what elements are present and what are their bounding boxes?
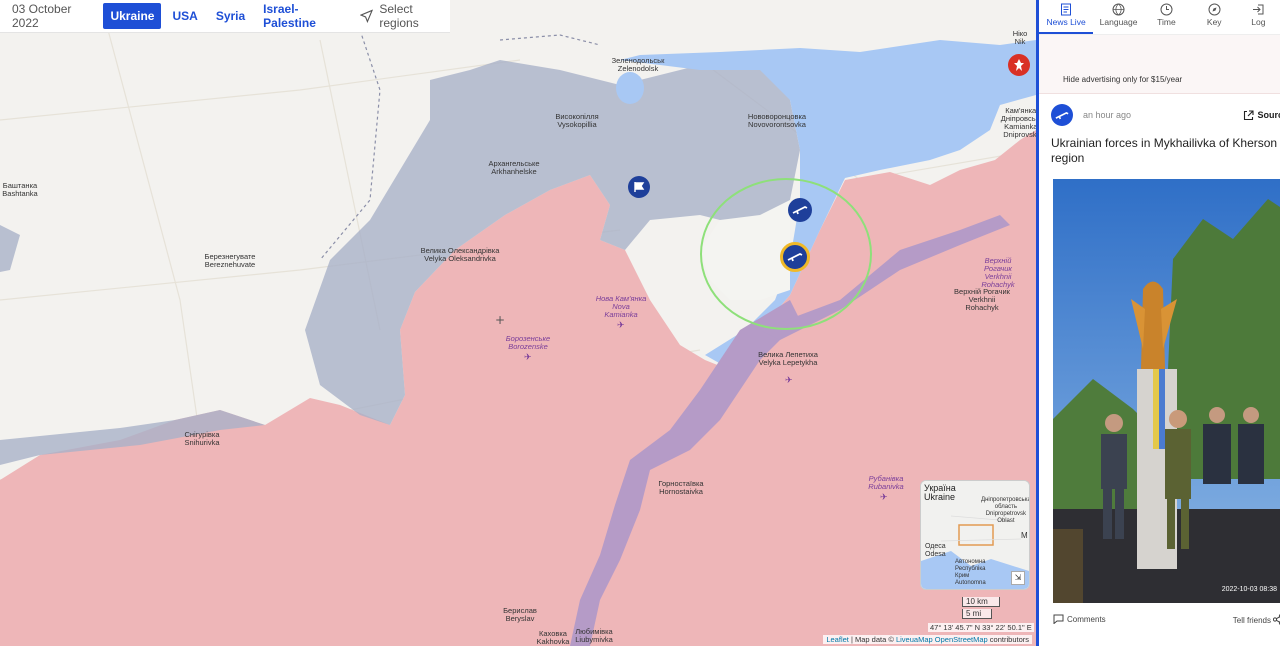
post-actions: Comments Tell friends xyxy=(1053,614,1280,628)
selected-rifle-marker[interactable] xyxy=(780,242,810,272)
region-chip-usa[interactable]: USA xyxy=(165,3,204,29)
globe-icon xyxy=(1112,3,1125,16)
nav-key[interactable]: Key xyxy=(1192,0,1237,34)
news-sidebar: News Live Language Time Key Log Hide adv… xyxy=(1036,0,1280,646)
map-scale: 10 km 5 mi xyxy=(962,597,1000,621)
leaflet-link[interactable]: Leaflet xyxy=(826,635,849,644)
rifle-icon xyxy=(1055,111,1069,119)
svg-text:✈: ✈ xyxy=(617,321,625,331)
explosion-icon xyxy=(1014,59,1024,71)
region-chip-syria[interactable]: Syria xyxy=(209,3,252,29)
svg-text:✈: ✈ xyxy=(524,353,532,363)
place-label: Кам'янка- Дніпровська Kamianka- Dniprovs… xyxy=(1000,106,1036,139)
login-icon xyxy=(1252,4,1264,15)
place-label: Берислав Beryslav xyxy=(503,606,537,623)
scale-km: 10 km xyxy=(962,597,1000,607)
liveuamap-link[interactable]: LiveuaMap xyxy=(896,635,933,644)
place-label: Березнегувате Bereznehuvate xyxy=(204,252,256,269)
map-canvas[interactable]: ✈ ✈ ✈ ✈ + xyxy=(0,0,1036,646)
place-label: Нововоронцовка Novovorontsovka xyxy=(747,112,807,129)
osm-link[interactable]: OpenStreetMap xyxy=(935,635,988,644)
minimap-odesa: Одеса Odesa xyxy=(925,543,946,558)
nav-language[interactable]: Language xyxy=(1096,0,1141,34)
place-label: Високопілля Vysokopillia xyxy=(555,112,599,129)
place-label: Любимівка Liubymivka xyxy=(575,627,613,644)
minimap-oblast: Дніпропетровська область Dnipropetrovsk … xyxy=(981,497,1030,524)
select-regions-label: Select regions xyxy=(379,2,419,30)
svg-text:+: + xyxy=(495,313,505,327)
post-time: an hour ago xyxy=(1083,110,1132,120)
nav-login[interactable]: Log xyxy=(1240,0,1277,34)
minimap-crimea: Автономна Республіка Крим Autonomna xyxy=(955,559,986,586)
comments-button[interactable]: Comments xyxy=(1053,614,1106,624)
post-title[interactable]: Ukrainian forces in Mykhailivka of Khers… xyxy=(1051,136,1280,166)
external-link-icon xyxy=(1244,109,1255,120)
compass-icon xyxy=(1208,3,1221,16)
flag-marker[interactable] xyxy=(628,176,650,198)
hide-ads-link[interactable]: Hide advertising only for $15/year xyxy=(1063,75,1182,84)
rifle-icon xyxy=(792,205,808,215)
news-icon xyxy=(1061,3,1072,16)
place-label: Рубанівка Rubanivka xyxy=(868,474,904,491)
current-date[interactable]: 03 October 2022 xyxy=(12,2,95,30)
tell-friends-button[interactable]: Tell friends xyxy=(1233,616,1271,625)
rifle-marker[interactable] xyxy=(788,198,812,222)
cursor-coordinates: 47° 13' 45.7" N 33° 22' 50.1" E xyxy=(928,623,1034,632)
map-view[interactable]: ✈ ✈ ✈ ✈ + Зеленодольськ Zelenodolsk Високопі… xyxy=(0,0,1036,646)
place-label: Баштанка Bashtanka xyxy=(2,181,38,198)
flag-icon xyxy=(634,182,645,192)
region-bar: 03 October 2022 Ukraine USA Syria Israel… xyxy=(0,0,450,33)
navigate-icon xyxy=(360,9,374,23)
place-label: Верхній Рогачик Verkhnii Rohachyk xyxy=(981,256,1015,289)
place-label: Велика Олександрівка Velyka Oleksandrivk… xyxy=(420,246,500,263)
region-chip-ukraine[interactable]: Ukraine xyxy=(103,3,162,29)
strike-marker[interactable] xyxy=(1008,54,1030,76)
place-label: Горностаївка Hornostaivka xyxy=(658,479,704,496)
photo-timestamp: 2022-10-03 08:38 xyxy=(1221,586,1277,593)
ad-banner[interactable] xyxy=(1039,35,1280,94)
expand-icon[interactable]: ⇲ xyxy=(1011,571,1025,585)
source-link[interactable]: Sourc xyxy=(1243,109,1280,121)
sidebar-nav: News Live Language Time Key Log xyxy=(1039,0,1280,35)
scale-mi: 5 mi xyxy=(962,609,992,619)
place-label: Нова Кам'янка Nova Kamianka xyxy=(595,294,647,319)
place-label: Верхній Рогачик Verkhnii Rohachyk xyxy=(954,287,1010,312)
place-label: Борозенське Borozenske xyxy=(505,334,551,351)
minimap-country: Україна Ukraine xyxy=(924,483,956,502)
map-attribution: Leaflet | Map data © LiveuaMap OpenStree… xyxy=(823,635,1032,644)
nav-time[interactable]: Time xyxy=(1144,0,1189,34)
place-label: Снігурівка Snihurivka xyxy=(184,430,220,447)
share-icon[interactable] xyxy=(1272,614,1280,627)
place-label: Ніко Nik xyxy=(1012,29,1028,46)
place-label: Каховка Kakhovka xyxy=(536,629,570,646)
region-chip-israel-palestine[interactable]: Israel-Palestine xyxy=(256,0,352,36)
minimap-m-label: M xyxy=(1021,531,1028,540)
news-post[interactable]: an hour ago Sourc Ukrainian forces in My… xyxy=(1051,104,1280,166)
place-label: Архангельське Arkhanhelske xyxy=(488,159,540,176)
clock-icon xyxy=(1160,3,1173,16)
post-category-avatar xyxy=(1051,104,1073,126)
post-photo[interactable]: 2022-10-03 08:38 xyxy=(1053,179,1280,603)
place-label: Велика Лепетиха Velyka Lepetykha xyxy=(758,350,818,367)
comment-icon xyxy=(1053,614,1064,624)
rifle-icon xyxy=(787,252,803,262)
nav-news-live[interactable]: News Live xyxy=(1039,0,1094,34)
place-label: Зеленодольськ Zelenodolsk xyxy=(611,56,665,73)
svg-text:✈: ✈ xyxy=(880,493,888,503)
select-regions-button[interactable]: Select regions xyxy=(360,2,450,30)
minimap[interactable]: Україна Ukraine Дніпропетровська область… xyxy=(920,480,1030,590)
svg-text:✈: ✈ xyxy=(785,376,793,386)
